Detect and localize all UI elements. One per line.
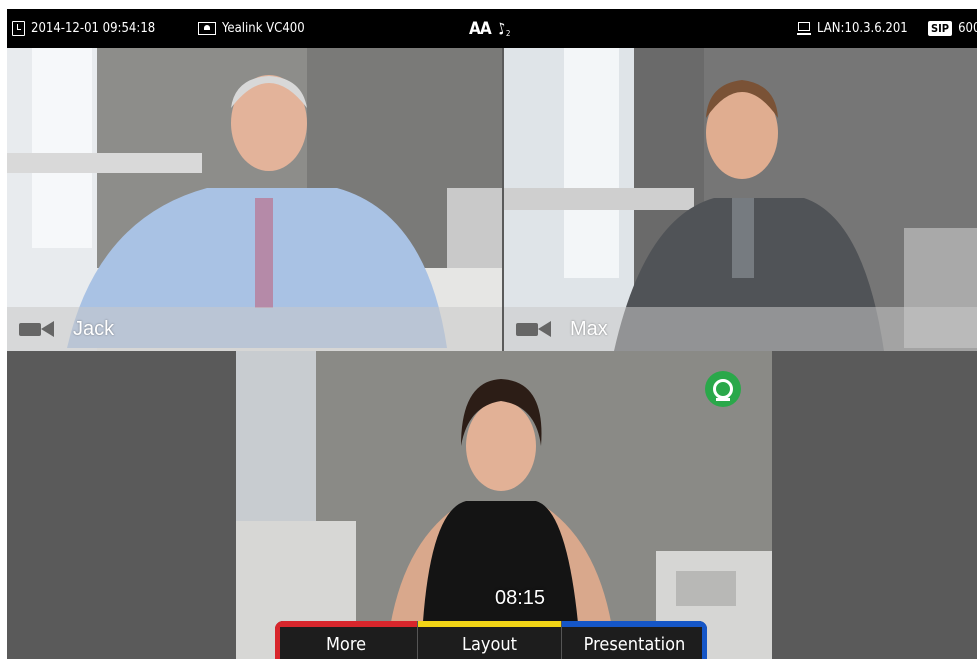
more-softkey[interactable]: More (275, 621, 418, 659)
layout-softkey[interactable]: Layout (418, 621, 562, 659)
audio-indicator: AA ♪ 2 (469, 9, 510, 48)
clock-icon (12, 21, 25, 36)
softkey-label: Presentation (583, 633, 686, 655)
softkey-bar: More Layout Presentation (275, 621, 707, 659)
softkey-color-bar (275, 621, 417, 627)
lan-address: LAN:10.3.6.201 (817, 21, 908, 36)
video-feed-jack (7, 48, 502, 351)
video-tile-max[interactable]: Max (504, 48, 977, 351)
video-feed-max (504, 48, 977, 351)
softkey-label: More (325, 633, 367, 655)
webcam-icon[interactable] (705, 371, 741, 407)
video-feed-local (236, 351, 772, 659)
camera-muted-icon (19, 320, 59, 338)
datetime-text: 2014-12-01 09:54:18 (31, 21, 156, 36)
device-name: Yealink VC400 (222, 21, 305, 36)
participant-name: Jack (73, 317, 115, 340)
participant-name-bar: Max (504, 307, 977, 351)
datetime-indicator: 2014-12-01 09:54:18 (12, 9, 155, 48)
video-conference-screen: 2014-12-01 09:54:18 Yealink VC400 AA ♪ 2… (7, 9, 977, 659)
device-indicator: Yealink VC400 (198, 9, 305, 48)
softkey-color-bar (418, 621, 561, 627)
call-duration: 08:15 (494, 587, 546, 609)
camera-muted-icon (516, 320, 556, 338)
video-tile-local[interactable] (236, 351, 772, 659)
presentation-softkey[interactable]: Presentation (562, 621, 707, 659)
participant-name: Max (570, 317, 608, 340)
status-bar: 2014-12-01 09:54:18 Yealink VC400 AA ♪ 2… (7, 9, 977, 48)
participant-name-bar: Jack (7, 307, 502, 351)
device-icon (198, 22, 216, 35)
sip-badge: SIP (928, 21, 953, 36)
softkey-label: Layout (461, 633, 518, 655)
handset-icon: ♪ (494, 18, 509, 39)
sip-account: 600 (958, 21, 977, 36)
sip-indicator: SIP 600 (928, 9, 977, 48)
aa-indicator: AA (469, 18, 492, 39)
video-tile-jack[interactable]: Jack (7, 48, 502, 351)
softkey-color-bar (562, 621, 707, 627)
network-indicator: LAN:10.3.6.201 (797, 9, 908, 48)
network-icon (797, 21, 811, 36)
